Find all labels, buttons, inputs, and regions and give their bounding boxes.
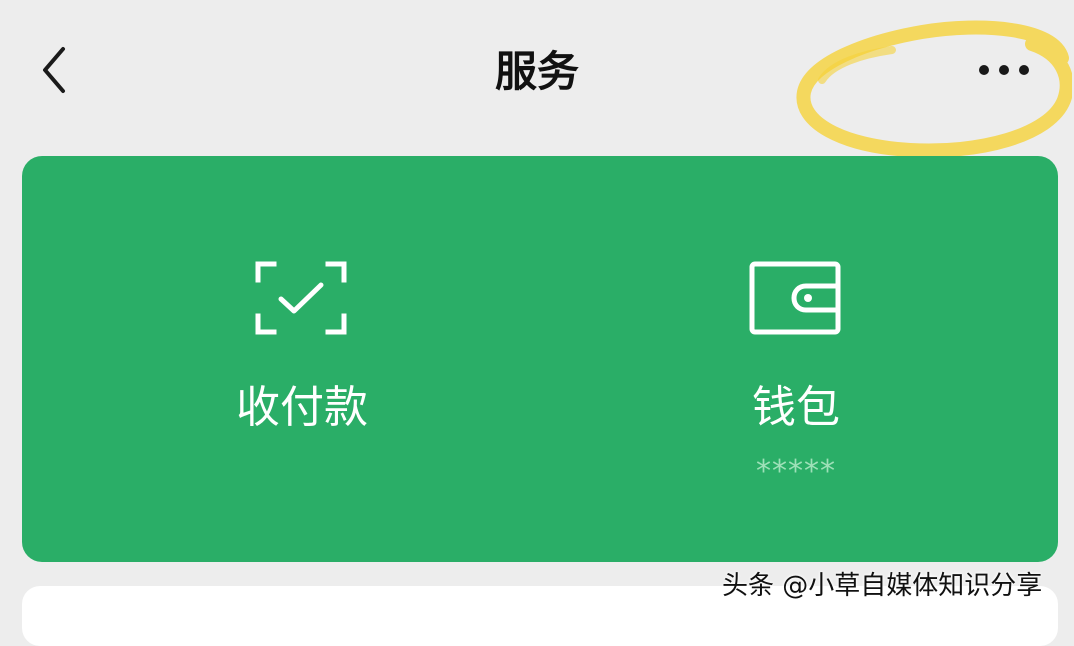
receive-pay-tile[interactable]: 收付款	[22, 156, 540, 562]
receive-pay-label: 收付款	[236, 382, 368, 433]
wallet-tile[interactable]: 钱包 *****	[540, 156, 1058, 562]
header-bar: 服务	[0, 0, 1074, 150]
wallet-balance-masked: *****	[756, 454, 836, 489]
services-section-card	[22, 586, 1058, 646]
scan-check-icon	[255, 261, 347, 335]
back-button[interactable]	[30, 42, 78, 98]
more-dots-icon	[979, 65, 1029, 75]
page-title: 服务	[494, 47, 579, 96]
service-card: 收付款 钱包 *****	[22, 156, 1058, 562]
more-options-button[interactable]	[968, 48, 1040, 92]
chevron-left-icon	[43, 47, 65, 93]
wallet-icon	[749, 261, 841, 335]
wallet-label: 钱包	[752, 382, 840, 433]
